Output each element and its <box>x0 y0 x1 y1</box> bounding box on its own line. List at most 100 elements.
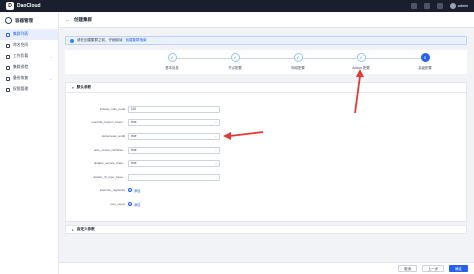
top-bar: D DaoCloud admin <box>0 0 474 12</box>
step-label: 节点配置 <box>228 66 242 70</box>
step-number: 5 <box>420 53 430 62</box>
backup-icon <box>6 76 10 81</box>
plus-icon: + <box>128 188 132 192</box>
plus-icon: + <box>128 202 132 206</box>
cluster-icon <box>6 32 10 37</box>
info-notice: 请在创建集群之前，仔细阅读 创建集群指南 <box>65 36 467 45</box>
kubelet-max-pods-input[interactable]: 110 <box>128 105 220 113</box>
sidebar-title: 容器管理 <box>15 17 33 23</box>
check-icon: ✓ <box>167 53 177 62</box>
workload-icon <box>6 54 10 59</box>
sidebar-item-inspection[interactable]: 集群巡检 <box>0 62 58 73</box>
form-row: docker_rh_repo_base... <box>66 173 468 181</box>
chevron-down-icon: ⌄ <box>214 134 217 138</box>
sidebar-item-workloads[interactable]: 工作负载 ⌄ <box>0 51 58 62</box>
advanced-params-card: ▾ 默认参数 kubelet_max_pods 110 override_sys… <box>65 82 467 222</box>
prev-step-button[interactable]: 上一步 <box>422 265 445 272</box>
form-row: override_system_hostn... true ⌄ <box>66 118 468 126</box>
section-header-default-params[interactable]: ▾ 默认参数 <box>66 83 466 93</box>
form-row: auto_renew_certificat... true ⌄ <box>66 146 468 154</box>
namespace-icon <box>6 43 10 48</box>
container-management-icon <box>5 17 12 24</box>
add-label: 添加 <box>134 202 141 207</box>
brand-name: DaoCloud <box>17 3 41 9</box>
user-menu[interactable]: admin <box>449 3 468 9</box>
step-advanced-config[interactable]: 5 高级配置 <box>405 53 445 70</box>
sidebar-item-label: 集群巡检 <box>13 65 29 69</box>
form-row: insecure_registries + 添加 <box>66 186 468 194</box>
field-label: docker_rh_repo_base... <box>93 175 125 179</box>
sidebar-item-label: 备份恢复 <box>13 76 29 80</box>
cancel-button[interactable]: 取消 <box>398 265 418 272</box>
page-title: 创建集群 <box>74 16 92 22</box>
field-label: kubelet_max_pods <box>99 107 125 111</box>
override-hostname-select[interactable]: true ⌄ <box>128 118 220 126</box>
sidebar-item-permissions[interactable]: 权限管理 <box>0 84 58 95</box>
step-label: 高级配置 <box>418 66 432 70</box>
sidebar-item-backup[interactable]: 备份恢复 ⌄ <box>0 73 58 84</box>
chevron-down-icon: ⌄ <box>49 54 52 59</box>
step-network-config[interactable]: ✓ 网络配置 <box>278 53 318 70</box>
field-value: true <box>131 161 137 165</box>
document-icon[interactable] <box>423 3 430 9</box>
check-icon: ✓ <box>356 53 366 62</box>
chevron-down-icon: ⌄ <box>214 161 217 165</box>
field-value: true <box>131 148 137 152</box>
section-title: 自定义参数 <box>76 227 95 231</box>
chevron-down-icon: ⌄ <box>214 148 217 152</box>
step-label: Addon 配置 <box>352 66 370 70</box>
avatar <box>449 3 456 9</box>
message-icon[interactable] <box>410 3 417 9</box>
sidebar-item-label: 集群列表 <box>13 32 29 36</box>
confirm-button[interactable]: 确定 <box>449 265 468 272</box>
kubernetes-audit-select[interactable]: true ⌄ <box>128 132 220 140</box>
notice-link[interactable]: 创建集群指南 <box>126 38 147 43</box>
sidebar-item-label: 命名空间 <box>13 43 29 47</box>
wizard-steps: ✓ 基本信息 ✓ 节点配置 ✓ 网络配置 ✓ Addon 配置 5 高级配置 <box>65 50 467 74</box>
brand-logo[interactable]: D DaoCloud <box>6 2 41 10</box>
add-insecure-registry-button[interactable]: + 添加 <box>128 188 140 193</box>
sidebar-header: 容器管理 <box>0 12 58 29</box>
sidebar-item-label: 工作负载 <box>13 54 29 58</box>
auto-renew-cert-select[interactable]: true ⌄ <box>128 146 220 154</box>
field-label: disable_service_firew... <box>93 161 125 165</box>
field-label: kubernetes_audit <box>101 134 125 138</box>
field-value: 110 <box>131 107 137 111</box>
sidebar-item-namespaces[interactable]: 命名空间 <box>0 40 58 51</box>
section-header-custom-params[interactable]: ▸ 自定义参数 <box>65 225 467 234</box>
check-icon: ✓ <box>230 53 240 62</box>
field-label: yum_repos <box>110 202 125 206</box>
top-right-tools: admin <box>410 3 468 9</box>
permission-icon <box>6 87 10 92</box>
caret-down-icon: ▾ <box>72 85 74 90</box>
form-row: kubelet_max_pods 110 <box>66 105 468 113</box>
disable-firewall-select[interactable]: true ⌄ <box>128 159 220 167</box>
add-yum-repo-button[interactable]: + 添加 <box>128 202 140 207</box>
sidebar-item-clusters[interactable]: 集群列表 <box>0 29 58 40</box>
notice-text: 请在创建集群之前，仔细阅读 <box>77 38 123 42</box>
language-icon[interactable] <box>436 3 443 9</box>
field-label: override_system_hostn... <box>91 120 125 124</box>
step-label: 网络配置 <box>291 66 305 70</box>
docker-repo-input[interactable] <box>128 173 220 181</box>
step-label: 基本信息 <box>165 66 179 70</box>
check-icon: ✓ <box>293 53 303 62</box>
step-node-config[interactable]: ✓ 节点配置 <box>215 53 255 70</box>
form-row: disable_service_firew... true ⌄ <box>66 159 468 167</box>
step-basic-info[interactable]: ✓ 基本信息 <box>152 53 192 70</box>
form-row: yum_repos + 添加 <box>66 200 468 208</box>
sidebar: 容器管理 集群列表 命名空间 工作负载 ⌄ 集群巡检 备份恢复 ⌄ 权限管理 <box>0 12 59 274</box>
field-value: true <box>131 120 137 124</box>
step-addon-config[interactable]: ✓ Addon 配置 <box>341 53 381 70</box>
section-title: 默认参数 <box>76 85 92 89</box>
field-label: insecure_registries <box>99 188 125 192</box>
back-arrow-icon[interactable]: ← <box>65 17 70 23</box>
chevron-down-icon: ⌄ <box>214 120 217 124</box>
field-label: auto_renew_certificat... <box>93 148 125 152</box>
field-value: true <box>131 134 137 138</box>
footer-actions: 取消 上一步 确定 <box>59 262 474 274</box>
caret-right-icon: ▸ <box>72 227 74 232</box>
user-name: admin <box>457 4 468 8</box>
inspection-icon <box>6 65 10 70</box>
chevron-down-icon: ⌄ <box>49 76 52 81</box>
